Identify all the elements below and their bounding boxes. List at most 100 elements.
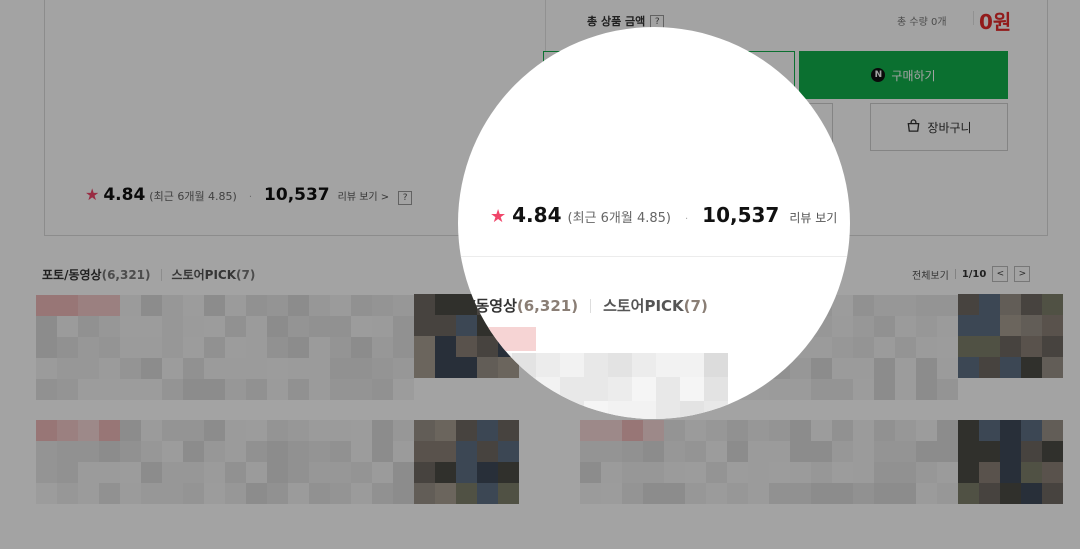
pixel-cell [937,316,958,337]
pixel-cell [57,420,78,441]
pixel-cell [99,483,120,504]
pixel-cell [937,483,958,504]
pixel-cell [351,295,372,316]
separator-dot: · [248,192,253,203]
pixel-cell [183,358,204,379]
pixel-cell [895,316,916,337]
pixel-cell [1000,294,1021,315]
pixel-cell [916,420,937,441]
zoomed-tab-store-label: 스토어PICK [603,297,684,315]
pixel-cell [895,337,916,358]
pixel-cell [769,379,790,400]
next-page-button[interactable]: > [1014,266,1031,282]
review-thumbnail [958,420,1063,504]
pixel-cell [204,295,225,316]
zoomed-divider [458,256,850,257]
pixel-cell [832,483,853,504]
zoomed-rating-summary: ★ 4.84 (최근 6개월 4.85) · 10,537 리뷰 보기 [490,203,837,227]
pixel-cell [656,353,680,377]
pixel-cell [1021,357,1042,378]
pixel-cell [351,337,372,358]
pixel-cell [120,316,141,337]
pixel-cell [937,441,958,462]
pixel-cell [36,420,57,441]
review-preview-text [580,420,958,504]
pixel-cell [225,483,246,504]
pixel-cell [811,379,832,400]
pixel-cell [57,316,78,337]
pixel-cell [1021,420,1042,441]
pixel-cell [225,295,246,316]
pixel-cell [748,483,769,504]
pixel-cell [99,462,120,483]
pixel-cell [1042,483,1063,504]
pixel-cell [811,420,832,441]
pixel-cell [330,462,351,483]
review-link[interactable]: 리뷰 보기 > [338,188,390,203]
pixel-cell [477,462,498,483]
pixel-cell [456,462,477,483]
zoomed-review-link[interactable]: 리뷰 보기 [789,209,837,226]
pixel-cell [372,316,393,337]
pixel-cell [267,379,288,400]
pixel-cell [309,316,330,337]
pixel-cell [1042,315,1063,336]
pixel-cell [309,420,330,441]
pixel-cell [120,420,141,441]
zoomed-tab-store-pick[interactable]: 스토어PICK(7) [603,295,708,316]
pixel-cell [36,337,57,358]
pixel-cell [414,483,435,504]
pixel-cell [748,420,769,441]
pixel-cell [895,483,916,504]
cart-button[interactable]: 장바구니 [870,103,1008,151]
pixel-cell [204,379,225,400]
pixel-cell [874,337,895,358]
pixel-cell [225,358,246,379]
pixel-cell [78,420,99,441]
pixel-cell [1042,441,1063,462]
buy-button-label: 구매하기 [891,68,936,83]
pixel-cell [57,337,78,358]
pixel-cell [225,462,246,483]
pixel-cell [895,358,916,379]
pixel-cell [916,358,937,379]
view-all-link[interactable]: 전체보기 [912,267,949,282]
pixel-cell [895,420,916,441]
pixel-cell [1021,483,1042,504]
pixel-cell [351,420,372,441]
pixel-cell [288,441,309,462]
pixel-cell [727,483,748,504]
pixel-cell [414,441,435,462]
pixel-cell [853,358,874,379]
pixel-cell [958,336,979,357]
pixel-cell [937,337,958,358]
pixel-cell [601,483,622,504]
pixel-cell [580,483,601,504]
tab-divider [160,268,162,281]
pixel-cell [704,353,728,377]
pixel-cell [393,316,414,337]
pixel-cell [204,483,225,504]
buy-button[interactable]: N 구매하기 [799,51,1008,99]
pixel-cell [162,295,183,316]
tab-photo-video[interactable]: 포토/동영상(6,321) [42,266,151,283]
pixel-cell [456,420,477,441]
pixel-cell [916,295,937,316]
rating-help-icon[interactable]: ? [398,191,413,205]
tab-store-pick[interactable]: 스토어PICK(7) [172,266,256,283]
pixel-cell [979,462,1000,483]
review-thumbnail [958,294,1063,378]
pixel-cell [57,483,78,504]
pixel-cell [937,420,958,441]
pixel-cell [204,358,225,379]
prev-page-button[interactable]: < [992,266,1009,282]
pixel-cell [1000,315,1021,336]
pixel-cell [874,462,895,483]
pixel-cell [309,337,330,358]
pixel-cell [832,379,853,400]
pixel-cell [141,337,162,358]
zoomed-review-highlight [488,327,536,351]
pixel-cell [560,353,584,377]
zoomed-tab-photo-video[interactable]: /동영상(6,321) [470,295,578,316]
total-price-text: 총 상품 금액 [587,15,646,28]
